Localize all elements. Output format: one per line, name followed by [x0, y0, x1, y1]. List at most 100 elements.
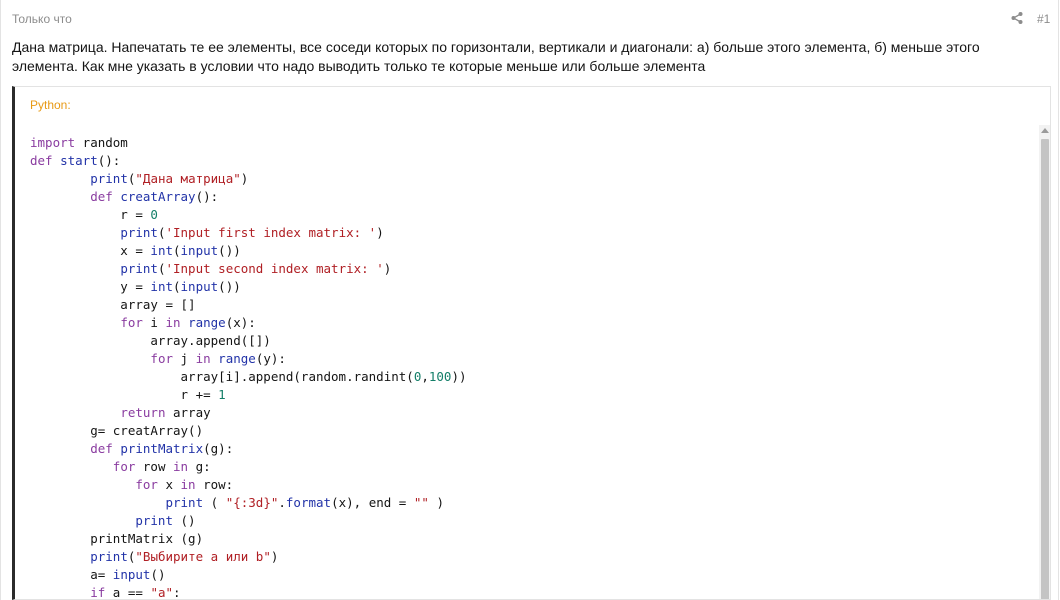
code-token: "{:3d}": [225, 495, 279, 510]
code-token: for: [120, 315, 143, 330]
code-token: print: [165, 495, 204, 510]
post-message: Дана матрица. Напечатать те ее элементы,…: [12, 39, 980, 74]
code-token: def: [90, 189, 113, 204]
code-token: printMatrix (g): [30, 531, 204, 546]
code-line: g= creatArray(): [30, 422, 467, 440]
code-token: ()): [218, 243, 241, 258]
code-line: r = 0: [30, 206, 467, 224]
code-token: g= creatArray(): [30, 423, 204, 438]
code-token: g:: [188, 459, 211, 474]
code-token: range: [218, 351, 256, 366]
code-token: in: [195, 351, 211, 366]
code-token: row:: [195, 477, 234, 492]
code-content[interactable]: import random def start(): print("Дана ма…: [30, 134, 467, 600]
code-line: import random: [30, 134, 467, 152]
code-token: .: [278, 495, 286, 510]
scrollbar-thumb[interactable]: [1041, 139, 1049, 599]
code-token: (x), end =: [331, 495, 414, 510]
code-token: ): [270, 549, 279, 564]
code-token: input: [180, 279, 219, 294]
code-line: for row in g:: [30, 458, 467, 476]
code-token: (: [173, 243, 181, 258]
code-line: for i in range(x):: [30, 314, 467, 332]
code-token: ): [240, 171, 249, 186]
code-token: (: [173, 279, 181, 294]
code-token: random: [75, 135, 128, 150]
code-scrollbar[interactable]: [1039, 125, 1050, 599]
code-line: print("Дана матрица"): [30, 170, 467, 188]
code-token: input: [112, 567, 151, 582]
code-token: range: [188, 315, 226, 330]
scroll-up-arrow-icon[interactable]: [1041, 128, 1049, 133]
code-line: r += 1: [30, 386, 467, 404]
code-token: start: [60, 153, 98, 168]
code-token: )): [451, 369, 467, 384]
code-token: ): [428, 495, 444, 510]
code-token: a ==: [105, 585, 151, 600]
code-token: x =: [30, 243, 151, 258]
code-token: format: [285, 495, 332, 510]
code-line: print('Input first index matrix: '): [30, 224, 467, 242]
code-token: input: [180, 243, 219, 258]
post-number-link[interactable]: #1: [1037, 12, 1050, 26]
code-token: print: [135, 513, 173, 528]
share-icon[interactable]: [1010, 11, 1024, 25]
code-line: printMatrix (g): [30, 530, 467, 548]
post-time[interactable]: Только что: [12, 12, 72, 26]
code-token: array[i].append(random.randint(: [30, 369, 414, 384]
code-language-label: Python:: [30, 98, 71, 112]
code-token: if: [90, 585, 106, 600]
code-line: print (): [30, 512, 467, 530]
code-token: print: [90, 171, 128, 186]
post-header: Только что #1: [1, 0, 1058, 36]
code-line: print("Выбирите а или b"): [30, 548, 467, 566]
code-line: for j in range(y):: [30, 350, 467, 368]
code-token: ():: [195, 189, 219, 204]
code-line: print('Input second index matrix: '): [30, 260, 467, 278]
code-line: def start():: [30, 152, 467, 170]
code-line: array.append([]): [30, 332, 467, 350]
code-token: "a": [150, 585, 174, 600]
code-line: if a == "a":: [30, 584, 467, 600]
code-token: print: [90, 549, 128, 564]
code-token: 'Input first index matrix: ': [165, 225, 377, 240]
code-token: ():: [97, 153, 121, 168]
code-token: (): [173, 513, 196, 528]
code-token: 'Input second index matrix: ': [165, 261, 384, 276]
code-token: array: [165, 405, 211, 420]
code-token: array = []: [30, 297, 196, 312]
code-token: r +=: [30, 387, 219, 402]
code-token: "": [413, 495, 429, 510]
code-token: in: [180, 477, 196, 492]
code-token: "Дана матрица": [135, 171, 241, 186]
code-token: printMatrix: [120, 441, 204, 456]
code-token: (y):: [255, 351, 286, 366]
code-token: def: [90, 441, 113, 456]
code-token: in: [165, 315, 181, 330]
code-token: creatArray: [120, 189, 196, 204]
code-token: return: [120, 405, 166, 420]
code-line: print ( "{:3d}".format(x), end = "" ): [30, 494, 467, 512]
code-token: (: [203, 495, 226, 510]
code-token: array.append([]): [30, 333, 271, 348]
code-token: int: [150, 279, 173, 294]
code-token: print: [120, 261, 158, 276]
code-token: 0: [150, 207, 158, 222]
code-token: :: [173, 585, 181, 600]
code-token: (x):: [225, 315, 256, 330]
code-token: 1: [218, 387, 226, 402]
code-token: 100: [428, 369, 452, 384]
